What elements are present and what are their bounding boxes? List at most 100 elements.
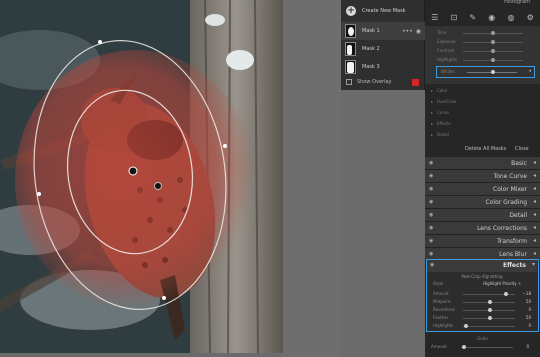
mask-section[interactable]: ▸ Curve — [425, 108, 540, 118]
mask-label: Mask 2 — [362, 46, 380, 52]
post-crop-vignetting-label: Post-Crop Vignetting — [461, 274, 503, 279]
mask-slider[interactable]: Exposure — [433, 39, 532, 47]
slider-label: Highlights — [437, 57, 458, 62]
delete-all-masks-button[interactable]: Delete All Masks — [465, 146, 506, 152]
mask-item[interactable]: Mask 2 — [341, 40, 425, 58]
grain-amount-slider[interactable]: Amount 0 — [431, 344, 533, 352]
mask-slider[interactable]: Highlights — [433, 57, 532, 65]
sliders-icon[interactable]: ☰ — [431, 13, 438, 22]
section-label: Color — [437, 88, 448, 93]
heal-icon[interactable]: ✎ — [469, 13, 476, 22]
slider-value[interactable]: 0 — [526, 344, 529, 349]
mask-section[interactable]: ▸ Detail — [425, 130, 540, 140]
create-new-mask-button[interactable]: + Create New Mask — [341, 4, 425, 18]
show-overlay-checkbox[interactable] — [346, 79, 352, 85]
grain-section: Grain Amount 0 — [425, 334, 540, 357]
slider-label: Feather — [433, 315, 449, 320]
vignette-highlights-slider[interactable]: Highlights 0 — [433, 323, 535, 331]
style-label: Style — [433, 281, 444, 286]
settings-icon[interactable]: ⚙ — [527, 13, 534, 22]
section-transform[interactable]: ◉ Transform ◂ — [425, 234, 540, 247]
more-icon[interactable]: ••• — [402, 28, 413, 35]
slider-label: Roundness — [433, 307, 455, 312]
slider-value[interactable]: 50 — [526, 299, 531, 304]
section-label: Effects — [437, 121, 451, 126]
slider-label: Tone — [437, 30, 447, 35]
vignette-feather-slider[interactable]: Feather 50 — [433, 315, 535, 323]
eye-icon[interactable]: ◉ — [429, 199, 433, 205]
style-dropdown[interactable]: Highlight Priority ÷ — [483, 281, 521, 286]
photo-canvas[interactable] — [0, 0, 283, 353]
overlay-color-swatch[interactable] — [412, 78, 419, 86]
plus-icon: + — [346, 6, 356, 16]
collapse-icon: ▾ — [531, 261, 535, 268]
effects-panel: ◉ Effects ▾ Post-Crop Vignetting Style H… — [426, 259, 539, 332]
tool-strip: ☰ ⊡ ✎ ◉ ◍ ⚙ — [425, 10, 540, 24]
collapse-icon: ◂ — [532, 250, 536, 257]
collapse-icon: ◂ — [532, 211, 536, 218]
eye-icon[interactable]: ◉ — [429, 212, 433, 218]
mask-thumbnail — [345, 24, 356, 38]
section-title: Detail — [509, 212, 527, 219]
mask-slider[interactable]: Tone — [433, 30, 532, 38]
grain-label: Grain — [477, 336, 488, 341]
slider-value[interactable]: 0 — [528, 307, 531, 312]
collapse-icon: ◂ — [532, 172, 536, 179]
eye-icon[interactable]: ◉ — [430, 262, 434, 268]
slider-value[interactable]: −18 — [523, 291, 531, 296]
mask-slider[interactable]: Contrast — [433, 48, 532, 56]
mask-icon[interactable]: ◍ — [507, 13, 514, 22]
reset-icon[interactable]: ◂ — [528, 68, 531, 74]
crop-icon[interactable]: ⊡ — [450, 13, 457, 22]
masks-panel: + Create New Mask Mask 1 ••• ◉ Mask 2 Ma… — [341, 0, 425, 90]
slider-label: Amount — [433, 291, 449, 296]
section-effects[interactable]: ◉ Effects ▾ — [427, 260, 537, 272]
vignette-style-row: Style Highlight Priority ÷ — [433, 281, 533, 288]
collapse-icon: ◂ — [532, 224, 536, 231]
mask-item[interactable]: Mask 1 ••• ◉ — [341, 22, 425, 40]
eye-icon[interactable]: ◉ — [429, 173, 433, 179]
slider-value[interactable]: 50 — [526, 315, 531, 320]
canvas-background — [283, 0, 341, 357]
eye-icon[interactable]: ◉ — [429, 251, 433, 257]
show-overlay-label: Show Overlay — [357, 79, 392, 85]
mask-section[interactable]: ▸ Hue/Color — [425, 97, 540, 107]
whites-label: Whites — [441, 69, 455, 74]
eye-icon[interactable]: ◉ — [429, 160, 433, 166]
section-label: Hue/Color — [437, 99, 457, 104]
eye-icon[interactable]: ◉ — [429, 186, 433, 192]
slider-label: Amount — [431, 344, 447, 349]
vignette-midpoint-slider[interactable]: Midpoint 50 — [433, 299, 535, 307]
vignette-roundness-slider[interactable]: Roundness 0 — [433, 307, 535, 315]
redeye-icon[interactable]: ◉ — [488, 13, 495, 22]
section-color-grading[interactable]: ◉ Color Grading ◂ — [425, 195, 540, 208]
section-basic[interactable]: ◉ Basic ◂ — [425, 156, 540, 169]
section-detail[interactable]: ◉ Detail ◂ — [425, 208, 540, 221]
slider-value[interactable]: 0 — [528, 323, 531, 328]
mask-item[interactable]: Mask 3 — [341, 58, 425, 76]
develop-panel: Histogram ☰ ⊡ ✎ ◉ ◍ ⚙ Tone Exposure Cont… — [425, 0, 540, 357]
section-color-mixer[interactable]: ◉ Color Mixer ◂ — [425, 182, 540, 195]
mask-label: Mask 1 — [362, 28, 380, 34]
slider-label: Highlights — [433, 323, 454, 328]
collapse-icon: ◂ — [532, 237, 536, 244]
section-tone-curve[interactable]: ◉ Tone Curve ◂ — [425, 169, 540, 182]
mask-section[interactable]: ▸ Color — [425, 86, 540, 96]
close-button[interactable]: Close — [515, 146, 529, 152]
eye-icon[interactable]: ◉ — [429, 225, 433, 231]
photo-image — [0, 0, 283, 353]
collapse-icon: ◂ — [532, 159, 536, 166]
eye-icon[interactable]: ◉ — [429, 238, 433, 244]
section-title: Lens Corrections — [477, 225, 527, 232]
slider-label: Midpoint — [433, 299, 451, 304]
vignette-amount-slider[interactable]: Amount −18 — [433, 291, 535, 299]
histogram-label: Histogram — [504, 0, 530, 5]
section-label: Detail — [437, 132, 449, 137]
eye-icon[interactable]: ◉ — [416, 28, 421, 35]
section-label: Curve — [437, 110, 449, 115]
mask-section[interactable]: ▸ Effects — [425, 119, 540, 129]
section-title: Tone Curve — [493, 173, 527, 180]
section-lens-corrections[interactable]: ◉ Lens Corrections ◂ — [425, 221, 540, 234]
whites-slider-highlight[interactable]: Whites ◂ — [436, 66, 535, 78]
collapse-icon: ◂ — [532, 185, 536, 192]
